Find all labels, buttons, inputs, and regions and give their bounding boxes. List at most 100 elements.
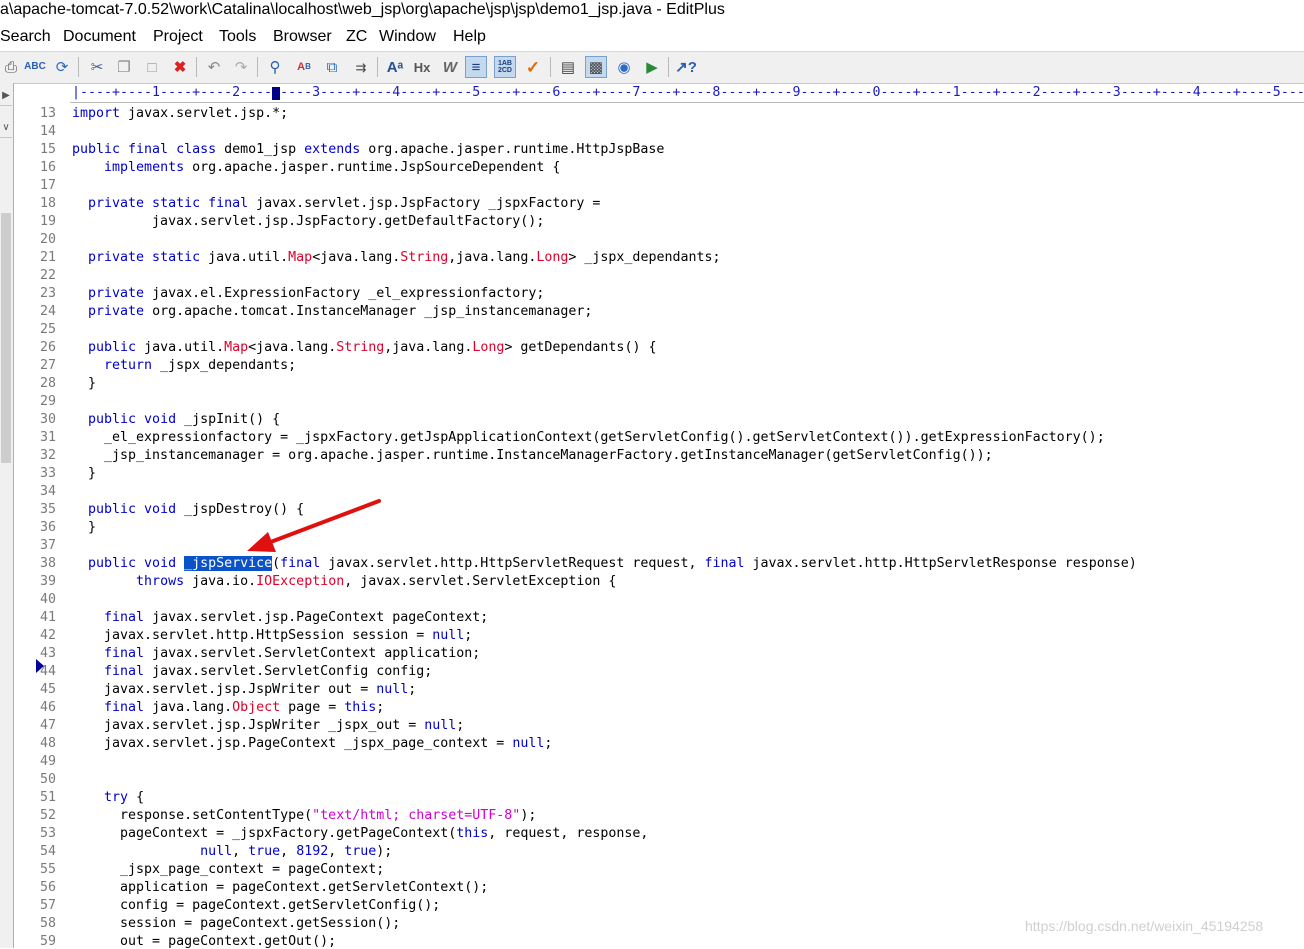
code-line[interactable]: config = pageContext.getServletConfig(); xyxy=(72,898,440,913)
code-line[interactable]: _el_expressionfactory = _jspxFactory.get… xyxy=(72,430,1105,445)
code-line[interactable]: } xyxy=(72,466,96,481)
code-line[interactable]: throws java.io.IOException, javax.servle… xyxy=(72,574,616,589)
code-line[interactable]: private static java.util.Map<java.lang.S… xyxy=(72,250,720,265)
help-icon[interactable]: ↗? xyxy=(675,56,697,78)
code-token: public final class xyxy=(72,142,217,157)
side-panel-arrow-icon[interactable]: ▶ xyxy=(0,87,12,106)
spellcheck-tick-icon[interactable]: ✓ xyxy=(522,56,544,78)
code-line[interactable]: javax.servlet.jsp.JspFactory.getDefaultF… xyxy=(72,214,544,229)
find-in-files-icon[interactable]: ⧉ xyxy=(321,56,343,78)
redo-icon[interactable]: ↷ xyxy=(230,56,252,78)
code-line[interactable]: application = pageContext.getServletCont… xyxy=(72,880,488,895)
run-icon[interactable]: ▶ xyxy=(641,56,663,78)
replace-icon[interactable]: AB xyxy=(293,56,315,78)
code-line[interactable]: _jspx_page_context = pageContext; xyxy=(72,862,384,877)
refresh-icon[interactable]: ⟳ xyxy=(51,56,73,78)
code-line[interactable]: final java.lang.Object page = this; xyxy=(72,700,384,715)
code-line[interactable]: public void _jspService(final javax.serv… xyxy=(72,556,1137,571)
menu-document[interactable]: Document xyxy=(63,28,136,46)
menu-window[interactable]: Window xyxy=(379,28,436,46)
code-token: null xyxy=(376,682,409,697)
goto-line-icon[interactable]: ⇉ xyxy=(350,56,372,78)
line-number: 27 xyxy=(39,358,56,373)
code-token: application = pageContext.getServletCont… xyxy=(72,880,489,895)
code-line[interactable]: javax.servlet.jsp.PageContext _jspx_page… xyxy=(72,736,552,751)
code-line[interactable]: javax.servlet.http.HttpSession session =… xyxy=(72,628,472,643)
code-line[interactable]: javax.servlet.jsp.JspWriter out = null; xyxy=(72,682,416,697)
spellcheck-icon[interactable]: ABC xyxy=(24,56,46,78)
code-line[interactable]: public void _jspInit() { xyxy=(72,412,280,427)
code-line[interactable]: public final class demo1_jsp extends org… xyxy=(72,142,664,157)
code-line[interactable]: null, true, 8192, true); xyxy=(72,844,392,859)
undo-icon[interactable]: ↶ xyxy=(203,56,225,78)
menu-project[interactable]: Project xyxy=(153,28,203,46)
menu-browser[interactable]: Browser xyxy=(273,28,332,46)
word-wrap-icon[interactable]: W xyxy=(439,56,461,78)
menu-zc[interactable]: ZC xyxy=(346,28,367,46)
line-number: 45 xyxy=(39,682,56,697)
code-line[interactable]: session = pageContext.getSession(); xyxy=(72,916,400,931)
hex-icon[interactable]: Hx xyxy=(411,56,433,78)
code-line[interactable]: final javax.servlet.jsp.PageContext page… xyxy=(72,610,488,625)
code-token: config = pageContext.getServletConfig(); xyxy=(72,898,441,913)
code-line[interactable]: return _jspx_dependants; xyxy=(72,358,296,373)
code-line[interactable]: private static final javax.servlet.jsp.J… xyxy=(72,196,600,211)
code-line[interactable]: try { xyxy=(72,790,144,805)
line-number: 13 xyxy=(39,106,56,121)
delete-icon[interactable]: ✖ xyxy=(169,56,191,78)
code-line[interactable]: public void _jspDestroy() { xyxy=(72,502,304,517)
code-line[interactable]: out = pageContext.getOut(); xyxy=(72,934,336,949)
line-number: 40 xyxy=(39,592,56,607)
code-line[interactable]: final javax.servlet.ServletContext appli… xyxy=(72,646,480,661)
code-token: , javax.servlet.ServletException { xyxy=(344,574,617,589)
code-token: page = xyxy=(280,700,345,715)
code-editor[interactable]: import javax.servlet.jsp.*; public final … xyxy=(72,103,1304,949)
fullscreen-icon[interactable]: ▤ xyxy=(557,56,579,78)
code-line[interactable]: final javax.servlet.ServletConfig config… xyxy=(72,664,432,679)
line-number: 56 xyxy=(39,880,56,895)
code-line[interactable]: implements org.apache.jasper.runtime.Jsp… xyxy=(72,160,560,175)
code-line[interactable]: public java.util.Map<java.lang.String,ja… xyxy=(72,340,656,355)
code-token: javax.servlet.jsp.JspWriter out = xyxy=(72,682,377,697)
code-token: try xyxy=(104,790,129,805)
column-select-icon[interactable]: 1AB 2CD xyxy=(494,56,516,78)
code-token: } xyxy=(72,520,97,535)
code-line[interactable]: _jsp_instancemanager = org.apache.jasper… xyxy=(72,448,993,463)
code-token: final xyxy=(704,556,745,571)
cut-icon[interactable]: ✂ xyxy=(86,56,108,78)
print-icon[interactable]: ⎙ xyxy=(0,56,22,78)
menu-search[interactable]: Search xyxy=(0,28,51,46)
code-line[interactable]: private org.apache.tomcat.InstanceManage… xyxy=(72,304,592,319)
code-line[interactable]: response.setContentType("text/html; char… xyxy=(72,808,536,823)
watermark: https://blog.csdn.net/weixin_45194258 xyxy=(1025,918,1264,934)
code-line[interactable]: javax.servlet.jsp.JspWriter _jspx_out = … xyxy=(72,718,464,733)
side-panel-collapse-icon[interactable]: ∨ xyxy=(0,119,12,138)
menu-help[interactable]: Help xyxy=(453,28,486,46)
find-icon[interactable]: ⚲ xyxy=(264,56,286,78)
line-number: 17 xyxy=(39,178,56,193)
code-token: IOException xyxy=(256,574,345,589)
line-numbers-icon[interactable]: ≡ xyxy=(465,56,487,78)
paste-icon[interactable]: □ xyxy=(141,56,163,78)
code-line[interactable]: import javax.servlet.jsp.*; xyxy=(72,106,288,121)
line-number: 30 xyxy=(39,412,56,427)
copy-icon[interactable]: ❐ xyxy=(113,56,135,78)
code-token: ; xyxy=(376,700,385,715)
code-line[interactable]: } xyxy=(72,376,96,391)
code-line[interactable]: pageContext = _jspxFactory.getPageContex… xyxy=(72,826,648,841)
menu-tools[interactable]: Tools xyxy=(219,28,256,46)
code-token: public void xyxy=(88,556,177,571)
font-icon[interactable]: Aᵃ xyxy=(384,56,406,78)
line-number: 55 xyxy=(39,862,56,877)
side-panel-scrollbar[interactable] xyxy=(1,213,11,463)
code-line[interactable]: private javax.el.ExpressionFactory _el_e… xyxy=(72,286,544,301)
output-window-icon[interactable]: ▩ xyxy=(585,56,607,78)
line-number: 58 xyxy=(39,916,56,931)
code-line[interactable]: } xyxy=(72,520,96,535)
code-token: _jsp_instancemanager = org.apache.jasper… xyxy=(72,448,993,463)
browser-icon[interactable]: ◉ xyxy=(613,56,635,78)
